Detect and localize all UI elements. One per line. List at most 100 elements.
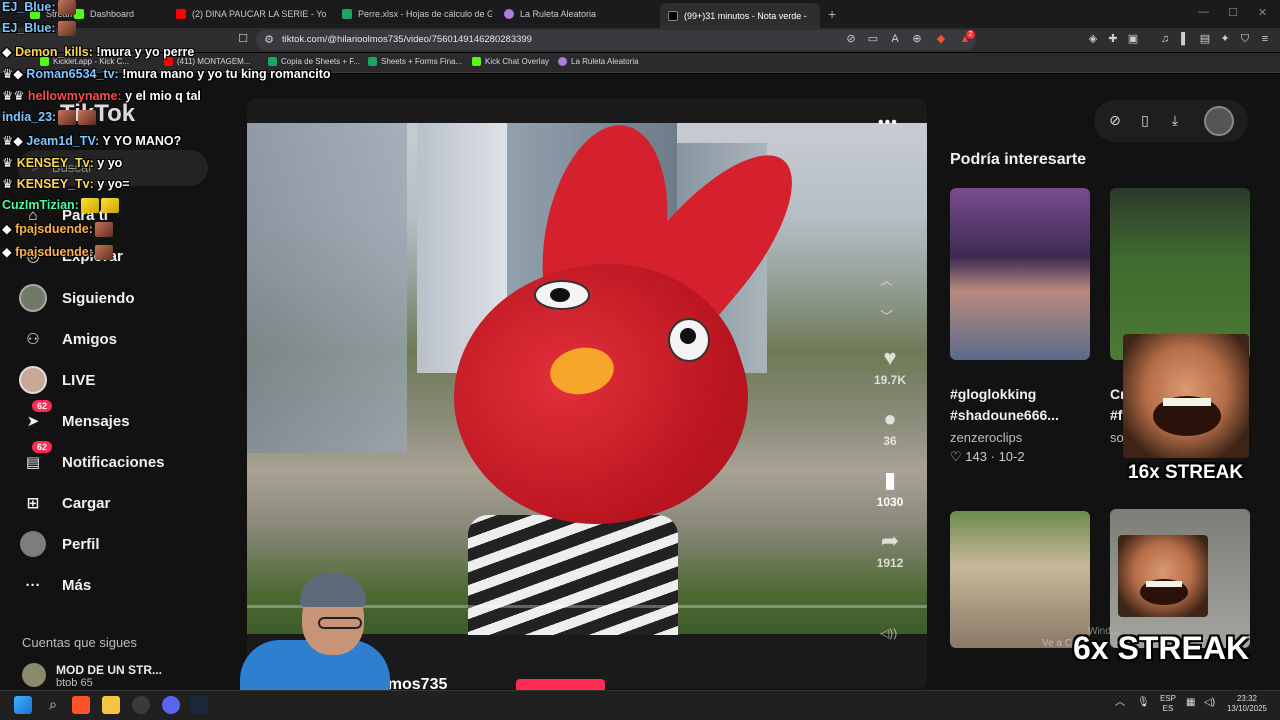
- like-button[interactable]: ♥ 19.7K: [868, 345, 912, 387]
- streak-small-label: 6x STREAK: [1073, 630, 1250, 666]
- share-icon: ➦: [880, 528, 900, 553]
- profile-icon: [18, 529, 48, 559]
- microphone-icon[interactable]: 🎙: [1137, 698, 1150, 708]
- zoom-icon[interactable]: ⊕: [910, 32, 924, 46]
- cast-icon[interactable]: ▭: [866, 32, 880, 46]
- close-window-icon[interactable]: ✕: [1258, 6, 1267, 19]
- chat-emote: [58, 110, 77, 126]
- share-button[interactable]: ➦ 1912: [868, 528, 912, 570]
- chat-message: ◆ fpajsduende:: [2, 244, 113, 261]
- language-indicator[interactable]: ESP ES: [1160, 694, 1176, 714]
- media-icon[interactable]: ♫: [1158, 32, 1172, 46]
- chat-username: Roman6534_tv:: [26, 67, 119, 81]
- chat-username: KENSEY_Tv:: [16, 177, 94, 191]
- extension-icon[interactable]: ◈: [1086, 32, 1100, 46]
- sidebar-item-perfil[interactable]: Perfil: [18, 529, 100, 559]
- user-avatar[interactable]: [1204, 106, 1234, 136]
- chat-message: CuzImTizian:: [2, 198, 119, 214]
- next-video-icon[interactable]: ﹀: [880, 306, 893, 325]
- sidebar-item-siguiendo[interactable]: Siguiendo: [18, 283, 135, 313]
- more-options-icon[interactable]: •••: [878, 114, 898, 132]
- site-info-icon[interactable]: ⚙: [262, 33, 276, 47]
- sidebar-icon[interactable]: ▌: [1178, 32, 1192, 46]
- volume-icon[interactable]: ◁)): [880, 626, 897, 640]
- new-tab-icon[interactable]: +: [828, 6, 836, 22]
- sidebar-item-cargar[interactable]: ⊞ Cargar: [18, 488, 111, 518]
- prev-video-icon[interactable]: ︿: [880, 270, 893, 289]
- tab-dashboard[interactable]: Dashboard: [66, 4, 166, 24]
- following-account[interactable]: MOD DE UN STR... btob 65: [22, 663, 162, 689]
- more-icon: ···: [25, 576, 41, 594]
- upload-icon: ⊞: [26, 495, 40, 512]
- chat-emote: [78, 110, 97, 126]
- minimize-icon[interactable]: —: [1198, 6, 1209, 18]
- sidebar-item-amigos[interactable]: ⚇ Amigos: [18, 324, 117, 354]
- translate-icon[interactable]: A: [888, 32, 902, 46]
- puzzle-icon[interactable]: ✚: [1106, 32, 1120, 46]
- save-count: 1030: [876, 495, 904, 509]
- save-button[interactable]: ▮ 1030: [868, 467, 912, 509]
- recommended-date: 10-2: [998, 449, 1025, 464]
- streak-emote: [1118, 535, 1208, 617]
- tab-ruleta[interactable]: La Ruleta Aleatoria: [496, 4, 654, 24]
- tab-youtube[interactable]: (2) DINA PAUCAR LA SERIE - YouTub: [168, 4, 326, 24]
- coins-icon[interactable]: ⊘: [1106, 112, 1124, 129]
- chat-text: y yo=: [97, 177, 130, 191]
- download-icon[interactable]: ⤓: [1166, 112, 1184, 129]
- steam-icon[interactable]: [190, 696, 208, 714]
- sidebar-item-mensajes[interactable]: ➤ 62 Mensajes: [18, 400, 130, 436]
- bookmark-icon: ▮: [883, 467, 897, 492]
- app-icon[interactable]: [132, 696, 150, 714]
- chat-username: Demon_kills:: [15, 45, 93, 59]
- tray-chevron-icon[interactable]: ︿: [1115, 698, 1125, 708]
- menu-icon[interactable]: ≡: [1258, 32, 1272, 46]
- bookmark-item[interactable]: Kick Chat Overlay: [472, 57, 549, 66]
- kick-icon: [472, 57, 481, 66]
- chat-message: ◆ Demon_kills: !mura y yo perre: [2, 44, 194, 59]
- url-text[interactable]: tiktok.com/@hilarioolmos735/video/756014…: [282, 34, 532, 45]
- recommended-title: Podría interesarte: [950, 151, 1087, 168]
- sidebar-item-mas[interactable]: ··· Más: [18, 570, 92, 600]
- wallet-icon[interactable]: ▤: [1198, 32, 1212, 46]
- discord-icon[interactable]: [162, 696, 180, 714]
- phone-icon[interactable]: ▯: [1136, 112, 1154, 129]
- bookmark-item[interactable]: Copia de Sheets + F...: [268, 57, 360, 66]
- sheets-icon: [268, 57, 277, 66]
- start-icon[interactable]: [14, 696, 32, 714]
- search-icon[interactable]: ⌕: [44, 696, 62, 714]
- network-icon[interactable]: ▦: [1186, 698, 1195, 708]
- sheets-icon: [342, 9, 352, 19]
- notifications-badge: 62: [32, 441, 53, 453]
- brave-icon[interactable]: [72, 696, 90, 714]
- clock[interactable]: 23:32 13/10/2025: [1222, 694, 1272, 714]
- chat-message: EJ_Blue:: [2, 21, 76, 37]
- tab-tiktok[interactable]: (99+)31 minutos - Nota verde - ✕: [660, 3, 820, 28]
- webcam-overlay: [240, 565, 390, 690]
- maximize-icon[interactable]: ☐: [1228, 6, 1238, 19]
- sidebar-item-live[interactable]: LIVE: [18, 365, 95, 395]
- comment-button[interactable]: ● 36: [868, 406, 912, 448]
- chat-emote: [57, 0, 76, 16]
- brave-shield-icon[interactable]: ◆: [934, 32, 948, 46]
- chat-emote: [94, 222, 113, 238]
- tab-sheets[interactable]: Perre.xlsx - Hojas de cálculo de Goog: [334, 4, 492, 24]
- youtube-icon: [176, 9, 186, 19]
- close-tab-icon[interactable]: ✕: [819, 10, 820, 21]
- file-explorer-icon[interactable]: [102, 696, 120, 714]
- puppet-pupil: [680, 328, 696, 344]
- sidebar-item-notificaciones[interactable]: ▤ 62 Notificaciones: [18, 441, 165, 477]
- recommended-user[interactable]: zenzeroclips: [950, 430, 1022, 445]
- recommended-thumbnail[interactable]: [950, 188, 1090, 360]
- chat-badge-icon: ♛: [2, 156, 17, 170]
- bookmark-icon[interactable]: ☐: [236, 32, 250, 46]
- reader-icon[interactable]: ⊘: [844, 32, 858, 46]
- bookmark-item[interactable]: Sheets + Forms Fina...: [368, 57, 462, 66]
- puppet-pupil: [550, 288, 570, 302]
- volume-icon[interactable]: ◁): [1204, 698, 1215, 708]
- recommended-tags[interactable]: #gloglokking #shadoune666...: [950, 384, 1090, 426]
- bookmark-item[interactable]: La Ruleta Aleatoria: [558, 57, 639, 66]
- screenshot-icon[interactable]: ▣: [1126, 32, 1140, 46]
- notifications-icon: ▤ 62: [18, 441, 53, 477]
- ai-icon[interactable]: ✦: [1218, 32, 1232, 46]
- vpn-icon[interactable]: ⛉: [1238, 32, 1252, 46]
